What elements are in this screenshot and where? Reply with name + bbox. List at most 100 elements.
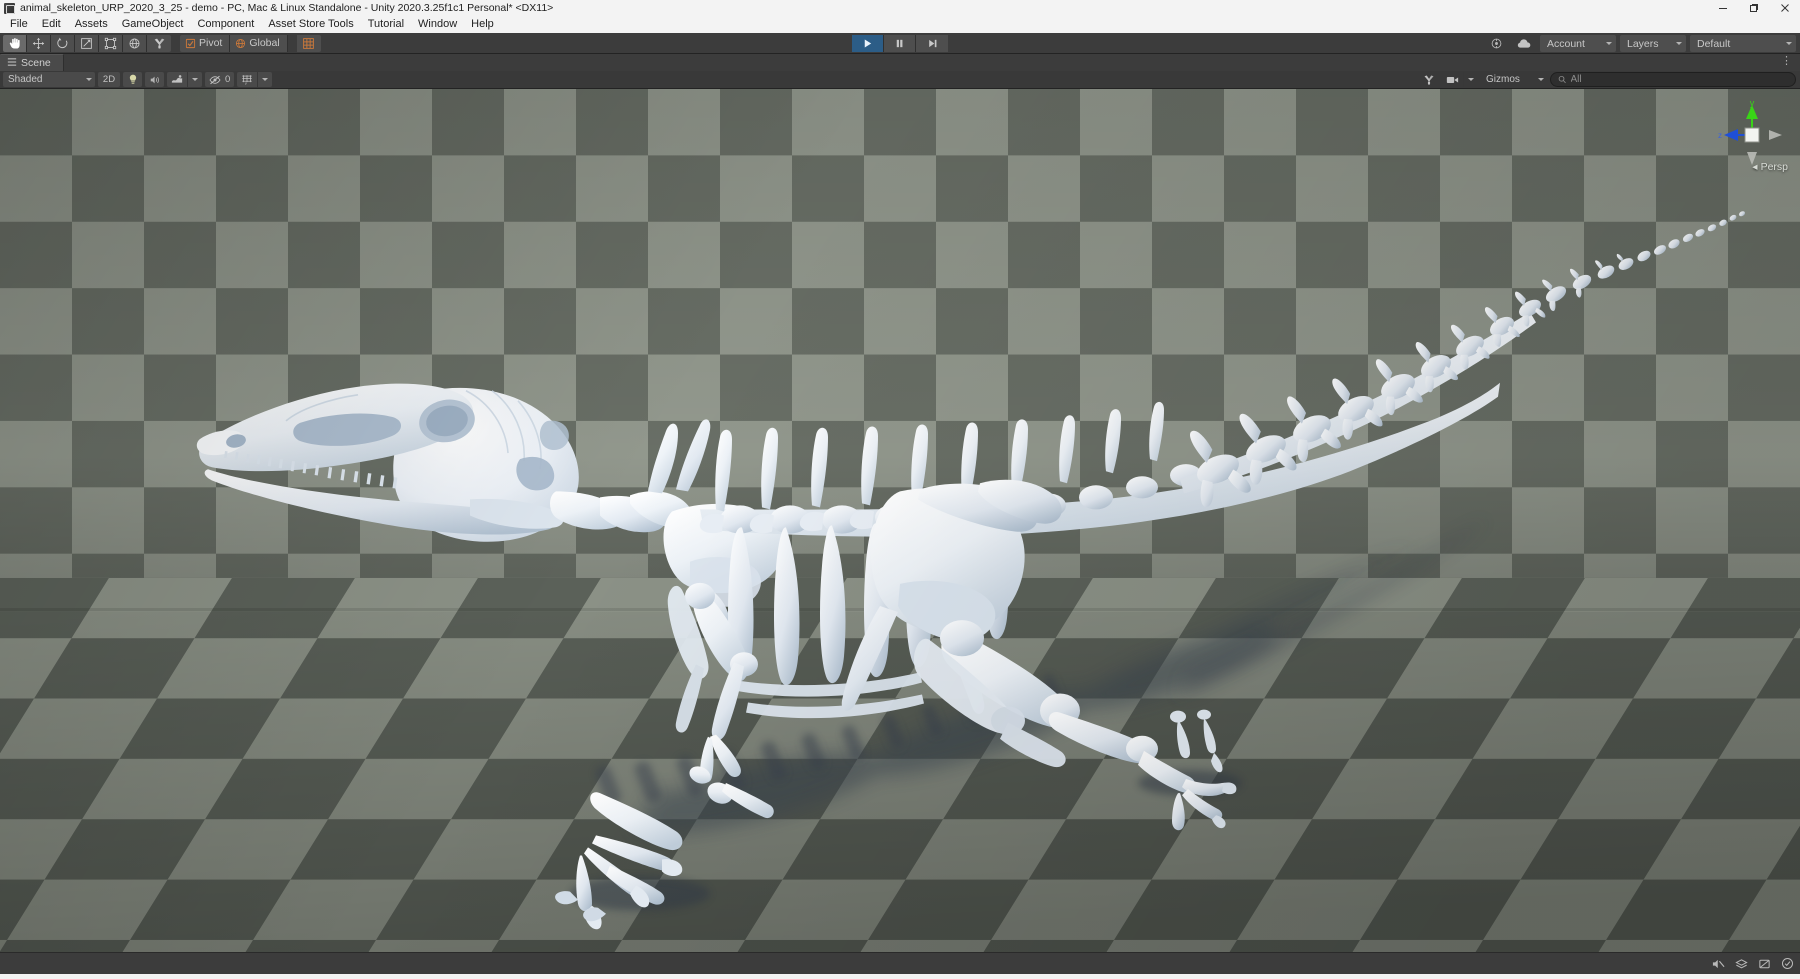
scene-fx-group: [167, 72, 202, 87]
window-title: animal_skeleton_URP_2020_3_25 - demo - P…: [20, 2, 554, 14]
gizmo-z-axis: [1724, 129, 1738, 141]
transform-tool-button[interactable]: [123, 34, 147, 52]
chevron-down-icon: [1786, 42, 1792, 45]
scene-search-input[interactable]: [1570, 74, 1788, 85]
mute-audio-status-icon[interactable]: [1711, 957, 1725, 971]
grid-visibility-button[interactable]: y: [237, 72, 259, 87]
hand-tool-button[interactable]: [3, 34, 27, 52]
menu-tutorial[interactable]: Tutorial: [361, 16, 411, 33]
scene-camera-button[interactable]: [1442, 72, 1464, 87]
toolbar-right-group: Account Layers Default: [1484, 35, 1796, 52]
layers-label: Layers: [1627, 37, 1659, 50]
gizmo-z-label: z: [1718, 131, 1722, 140]
chevron-down-icon: [1538, 78, 1544, 81]
window-controls: [1707, 0, 1800, 16]
snap-group: [296, 34, 321, 52]
grid-snapping-button[interactable]: [296, 34, 321, 52]
gizmo-y-label: y: [1750, 98, 1755, 108]
menu-file[interactable]: File: [3, 16, 35, 33]
menu-help[interactable]: Help: [464, 16, 501, 33]
chevron-down-icon: [1676, 42, 1682, 45]
handle-rotation-label: Global: [249, 37, 280, 49]
scene-render: [0, 89, 1800, 952]
tab-scene-label: Scene: [21, 57, 51, 69]
kebab-menu-icon[interactable]: ⋮: [1781, 55, 1792, 67]
menu-gameobject[interactable]: GameObject: [115, 16, 191, 33]
scene-camera-dropdown[interactable]: [1464, 72, 1478, 87]
chevron-down-icon: [1606, 42, 1612, 45]
minimize-button[interactable]: [1707, 0, 1738, 16]
move-tool-button[interactable]: [27, 34, 51, 52]
scale-tool-button[interactable]: [75, 34, 99, 52]
gizmos-dropdown[interactable]: Gizmos: [1481, 72, 1547, 87]
cloud-icon[interactable]: [1512, 35, 1536, 52]
menu-bar: File Edit Assets GameObject Component As…: [0, 16, 1800, 33]
window-bottom-edge: [0, 974, 1800, 979]
gizmos-label: Gizmos: [1486, 74, 1520, 85]
play-button[interactable]: [852, 34, 884, 52]
main-toolbar: Pivot Global Account Layers Default: [0, 33, 1800, 54]
transform-tools-group: [3, 34, 171, 52]
hidden-count-label: 0: [225, 74, 231, 85]
search-icon: [1558, 75, 1566, 84]
menu-window[interactable]: Window: [411, 16, 464, 33]
scene-grid-group: y: [237, 72, 273, 87]
close-button[interactable]: [1769, 0, 1800, 16]
rotate-tool-button[interactable]: [51, 34, 75, 52]
chevron-down-icon: [86, 78, 92, 81]
projection-text: Persp: [1760, 161, 1788, 173]
scene-lighting-button[interactable]: [123, 72, 142, 87]
unity-editor-window: animal_skeleton_URP_2020_3_25 - demo - P…: [0, 0, 1800, 979]
blocked-status-icon[interactable]: [1757, 957, 1771, 971]
projection-arrow-icon: ◂: [1752, 161, 1758, 173]
pivot-mode-button[interactable]: Pivot: [180, 34, 231, 52]
scene-viewport[interactable]: y z ◂ Persp: [0, 89, 1800, 952]
view-2d-label: 2D: [102, 74, 116, 85]
handle-rotation-button[interactable]: Global: [230, 34, 288, 52]
scene-tools-button[interactable]: [1419, 72, 1439, 87]
grid-settings-dropdown[interactable]: [258, 72, 273, 87]
scene-toolbar-right-group: Gizmos: [1419, 72, 1796, 87]
layout-label: Default: [1697, 37, 1731, 50]
scene-view-toolbar: Shaded 2D 0 y Gizmos All: [0, 71, 1800, 89]
menu-asset-store-tools[interactable]: Asset Store Tools: [261, 16, 360, 33]
scene-effects-dropdown[interactable]: [188, 72, 202, 87]
scene-tab-row: Scene ⋮: [0, 54, 1800, 71]
menu-assets[interactable]: Assets: [68, 16, 115, 33]
pivot-label: Pivot: [199, 37, 223, 49]
step-button[interactable]: [916, 34, 948, 52]
maximize-button[interactable]: [1738, 0, 1769, 16]
hidden-objects-button[interactable]: 0: [205, 72, 235, 87]
projection-label[interactable]: ◂ Persp: [1752, 161, 1788, 173]
account-dropdown[interactable]: Account: [1540, 35, 1616, 52]
pivot-handle-group: Pivot Global: [180, 34, 288, 52]
svg-text:y: y: [245, 81, 247, 85]
status-icons: [1711, 957, 1794, 971]
rect-transform-tool-button[interactable]: [99, 34, 123, 52]
layout-dropdown[interactable]: Default: [1690, 35, 1796, 52]
status-bar: [0, 952, 1800, 974]
toggle-2d-button[interactable]: 2D: [98, 72, 120, 87]
collab-icon[interactable]: [1484, 35, 1508, 52]
scene-icon: [7, 57, 17, 69]
chevron-down-icon: [192, 78, 198, 81]
check-status-icon[interactable]: [1780, 957, 1794, 971]
title-bar: animal_skeleton_URP_2020_3_25 - demo - P…: [0, 0, 1800, 16]
custom-editor-tool-button[interactable]: [147, 34, 171, 52]
layers-dropdown[interactable]: Layers: [1620, 35, 1686, 52]
scene-effects-button[interactable]: [167, 72, 188, 87]
menu-component[interactable]: Component: [190, 16, 261, 33]
tab-scene[interactable]: Scene: [0, 54, 64, 71]
draw-mode-label: Shaded: [8, 74, 43, 85]
scene-audio-button[interactable]: [145, 72, 164, 87]
draw-mode-dropdown[interactable]: Shaded: [3, 72, 95, 87]
pause-button[interactable]: [884, 34, 916, 52]
menu-edit[interactable]: Edit: [35, 16, 68, 33]
chevron-down-icon: [262, 78, 269, 81]
play-controls: [852, 34, 948, 52]
layers-status-icon[interactable]: [1734, 957, 1748, 971]
unity-app-icon: [4, 2, 15, 14]
chevron-down-icon: [1468, 78, 1474, 81]
account-label: Account: [1547, 37, 1585, 50]
scene-search-field[interactable]: [1550, 72, 1796, 87]
